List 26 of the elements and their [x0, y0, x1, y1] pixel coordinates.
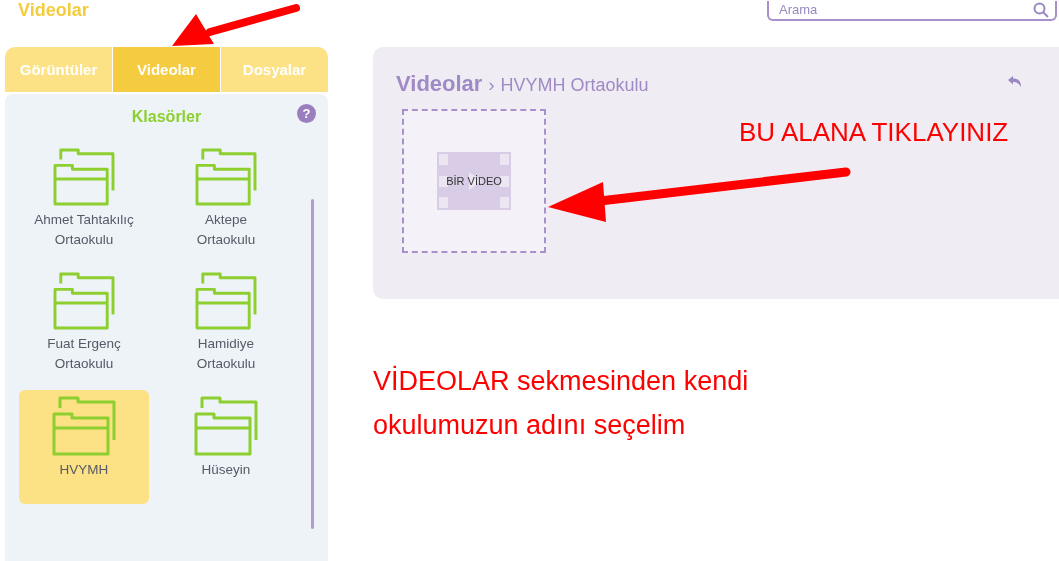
page-title: Videolar: [18, 0, 89, 20]
film-icon: [437, 152, 511, 210]
folder-item[interactable]: HVYMH: [19, 390, 149, 504]
folder-icon: [194, 148, 258, 206]
folder-icon: [194, 396, 258, 456]
folder-icon: [194, 272, 258, 330]
annotation-text: BU ALANA TIKLAYINIZ: [739, 117, 1009, 148]
folders-title: Klasörler: [131, 108, 202, 127]
folder-item[interactable]: Hamidiye Ortaokulu: [161, 266, 291, 380]
scrollbar[interactable]: [311, 199, 314, 529]
video-label: BİR VİDEO: [446, 175, 502, 187]
folder-icon: [52, 396, 116, 456]
folder-item[interactable]: Fuat Ergenç Ortaokulu: [19, 266, 149, 380]
back-icon[interactable]: [1007, 75, 1023, 89]
video-upload-area[interactable]: BİR VİDEO: [402, 109, 546, 253]
annotation-text: VİDEOLAR sekmesinden kendi okulumuzun adını seçelim: [373, 364, 750, 442]
search-icon[interactable]: [1033, 2, 1049, 18]
search-field[interactable]: Arama: [767, 0, 1057, 21]
folder-item[interactable]: Ahmet Tahtakılıç Ortaokulu: [19, 142, 149, 256]
breadcrumb-current: HVYMH Ortaokulu: [500, 75, 649, 96]
breadcrumb-separator: ›: [488, 75, 495, 96]
folder-item[interactable]: Hüseyin: [161, 390, 291, 504]
folder-item[interactable]: Aktepe Ortaokulu: [161, 142, 291, 256]
help-icon[interactable]: ?: [297, 104, 316, 123]
folder-icon: [52, 148, 116, 206]
folder-icon: [52, 272, 116, 330]
